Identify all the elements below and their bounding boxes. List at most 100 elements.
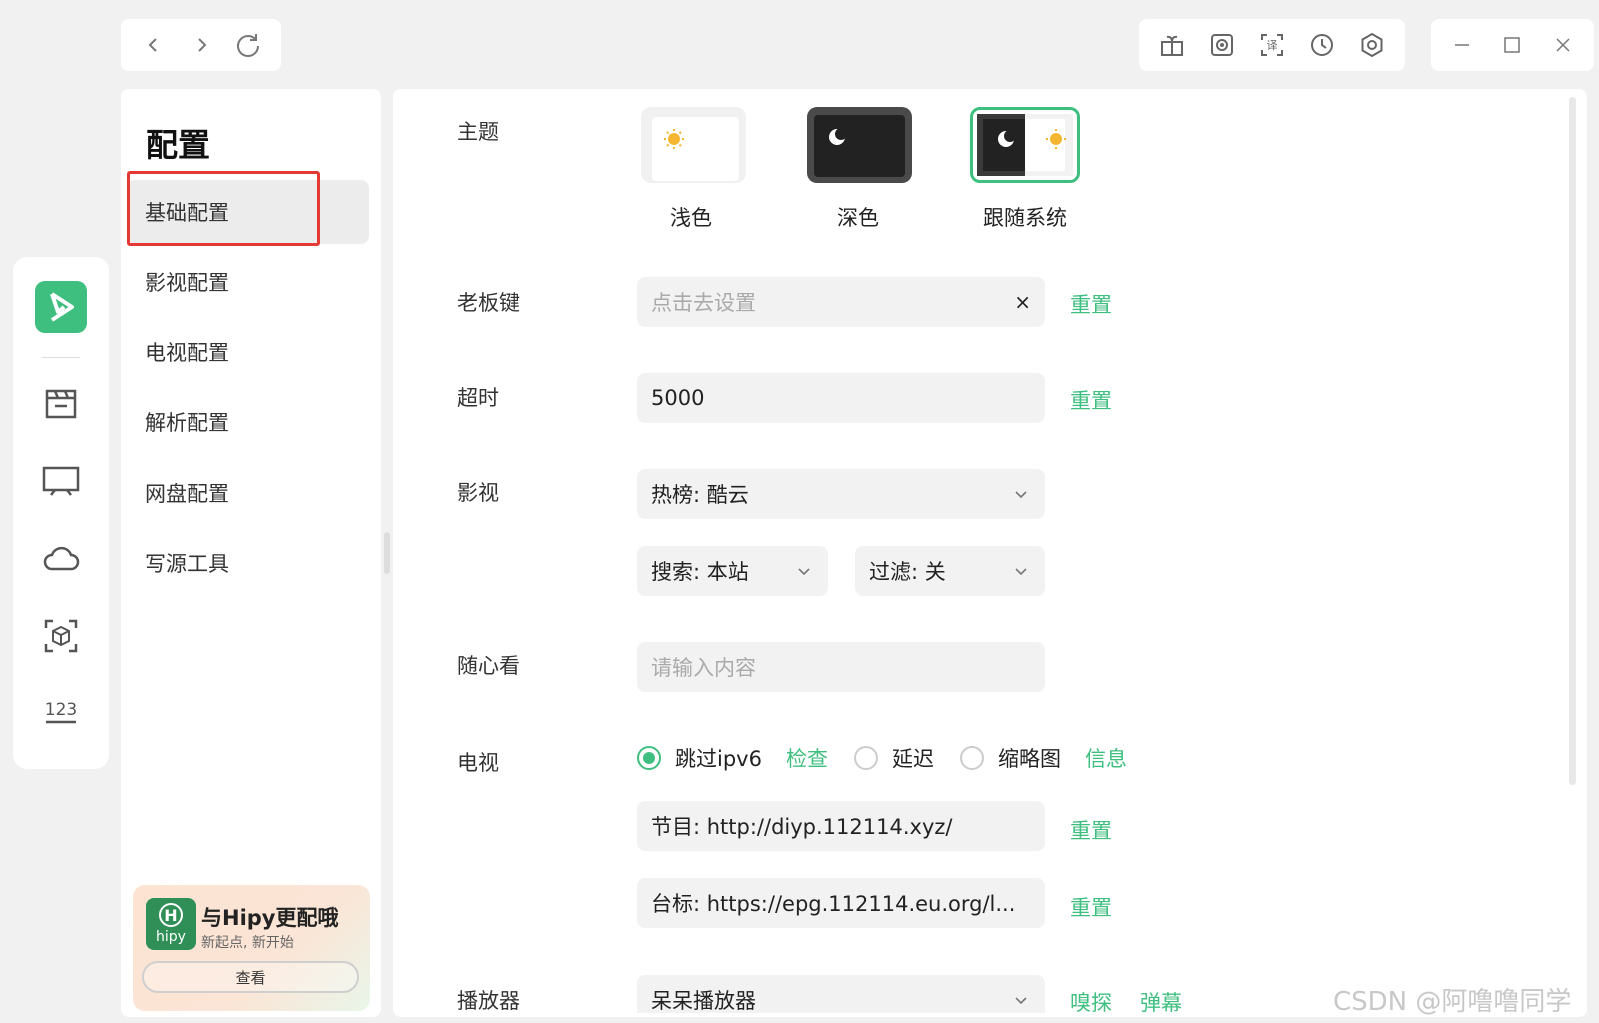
svg-text:123: 123	[45, 700, 77, 720]
theme-dark-card[interactable]	[807, 107, 912, 183]
scrollbar[interactable]	[1569, 97, 1576, 785]
check-link[interactable]: 检查	[786, 743, 828, 773]
rail-cube-button[interactable]	[38, 613, 84, 659]
filter-select[interactable]: 过滤: 关	[855, 546, 1045, 596]
player-select-clip: 呆呆播放器	[637, 975, 1045, 1013]
info-link[interactable]: 信息	[1085, 743, 1127, 773]
sniff-link[interactable]: 嗅探	[1070, 987, 1112, 1017]
history-icon	[1311, 34, 1333, 56]
app-logo-icon	[50, 292, 74, 322]
search-select[interactable]: 搜索: 本站	[637, 546, 828, 596]
skip-ipv6-radio[interactable]: 跳过ipv6	[637, 743, 762, 773]
boss-key-label: 老板键	[457, 291, 520, 315]
channel-logo-input[interactable]: 台标: https://epg.112114.eu.org/l...	[637, 878, 1045, 928]
watermark: CSDN @阿噜噜同学	[1333, 987, 1572, 1017]
svg-text:译: 译	[1267, 39, 1278, 52]
rail-tv-button[interactable]	[38, 458, 84, 504]
menu-item-basic[interactable]: 基础配置	[127, 180, 369, 244]
hot-list-select[interactable]: 热榜: 酷云	[637, 469, 1045, 519]
tv-label: 电视	[457, 751, 499, 775]
maximize-icon	[1504, 37, 1521, 53]
maximize-button[interactable]	[1492, 25, 1532, 65]
casual-watch-placeholder: 请输入内容	[651, 656, 756, 680]
menu-title: 配置	[146, 126, 211, 164]
forward-button[interactable]	[183, 27, 219, 63]
window-controls	[1431, 19, 1594, 71]
rail-cloud-button[interactable]	[38, 535, 84, 581]
menu-item-tv[interactable]: 电视配置	[127, 320, 369, 384]
promo-subtitle: 新起点, 新开始	[201, 935, 294, 951]
chevron-down-icon	[794, 561, 814, 581]
radio-unchecked-icon	[959, 746, 984, 770]
casual-watch-label: 随心看	[457, 654, 520, 678]
hot-list-value: 热榜: 酷云	[651, 483, 749, 507]
toolbar: 译	[1139, 19, 1405, 71]
settings-button[interactable]	[1352, 25, 1392, 65]
rail-divider	[42, 357, 80, 358]
timeout-value: 5000	[651, 386, 705, 410]
delay-label: 延迟	[891, 747, 934, 771]
theme-light-card[interactable]	[641, 107, 746, 183]
rail-numbers-button[interactable]: 123	[38, 688, 84, 734]
menu-item-parse[interactable]: 解析配置	[127, 390, 369, 454]
boss-key-reset-link[interactable]: 重置	[1070, 289, 1112, 319]
translate-button[interactable]: 译	[1252, 25, 1292, 65]
promo-view-button[interactable]: 查看	[142, 961, 359, 993]
program-reset-link[interactable]: 重置	[1070, 815, 1112, 845]
delay-radio[interactable]: 延迟	[853, 743, 934, 773]
app-logo[interactable]	[35, 281, 87, 333]
rail-film-button[interactable]	[38, 381, 84, 427]
search-value: 搜索: 本站	[651, 560, 749, 584]
theme-system-card[interactable]	[970, 107, 1080, 183]
radio-checked-icon	[637, 746, 661, 770]
boss-key-placeholder: 点击去设置	[651, 291, 756, 315]
chevron-down-icon	[1011, 484, 1031, 504]
tv-options: 跳过ipv6 检查 延迟 缩略图 信息	[637, 743, 1127, 773]
refresh-button[interactable]	[230, 27, 266, 63]
clear-icon[interactable]: ×	[1014, 290, 1031, 314]
program-value: 节目: http://diyp.112114.xyz/	[651, 815, 953, 839]
record-button[interactable]	[1202, 25, 1242, 65]
translate-icon: 译	[1261, 34, 1283, 56]
panel-resize-handle[interactable]	[384, 532, 390, 574]
menu-item-netdisk[interactable]: 网盘配置	[127, 461, 369, 525]
moon-icon	[814, 115, 905, 177]
theme-light-label: 浅色	[670, 206, 712, 230]
back-button[interactable]	[136, 27, 172, 63]
danmaku-link[interactable]: 弹幕	[1140, 987, 1182, 1017]
thumbnail-radio[interactable]: 缩略图	[959, 743, 1061, 773]
boss-key-input[interactable]: 点击去设置 ×	[637, 277, 1045, 327]
hipy-logo-letter: H	[159, 903, 183, 927]
theme-system-label: 跟随系统	[983, 206, 1067, 230]
menu-item-film[interactable]: 影视配置	[127, 250, 369, 314]
promo-title: 与Hipy更配哦	[201, 906, 339, 930]
hipy-logo: H hipy	[146, 898, 196, 950]
player-label: 播放器	[457, 989, 520, 1013]
timeout-reset-link[interactable]: 重置	[1070, 385, 1112, 415]
minimize-icon	[1455, 44, 1470, 46]
casual-watch-input[interactable]: 请输入内容	[637, 642, 1045, 692]
close-window-button[interactable]	[1543, 25, 1583, 65]
record-icon	[1211, 34, 1233, 56]
skip-ipv6-label: 跳过ipv6	[675, 747, 762, 771]
gift-icon	[1161, 35, 1183, 56]
timeout-input[interactable]: 5000	[637, 373, 1045, 423]
theme-dark-label: 深色	[837, 206, 879, 230]
player-select[interactable]: 呆呆播放器	[637, 975, 1045, 1013]
chevron-down-icon	[1011, 990, 1031, 1010]
numbers-icon: 123	[45, 700, 77, 724]
gift-button[interactable]	[1152, 25, 1192, 65]
close-icon	[1556, 38, 1570, 52]
sun-icon	[652, 117, 739, 181]
chevron-right-icon	[198, 38, 207, 52]
minimize-button[interactable]	[1442, 25, 1482, 65]
history-button[interactable]	[1302, 25, 1342, 65]
filter-value: 过滤: 关	[869, 560, 946, 584]
timeout-label: 超时	[457, 386, 499, 410]
program-input[interactable]: 节目: http://diyp.112114.xyz/	[637, 801, 1045, 851]
chevron-left-icon	[148, 38, 158, 52]
hipy-logo-text: hipy	[156, 929, 186, 945]
half-moon-sun-icon	[977, 114, 1073, 176]
menu-item-source-tool[interactable]: 写源工具	[127, 531, 369, 595]
channel-logo-reset-link[interactable]: 重置	[1070, 892, 1112, 922]
